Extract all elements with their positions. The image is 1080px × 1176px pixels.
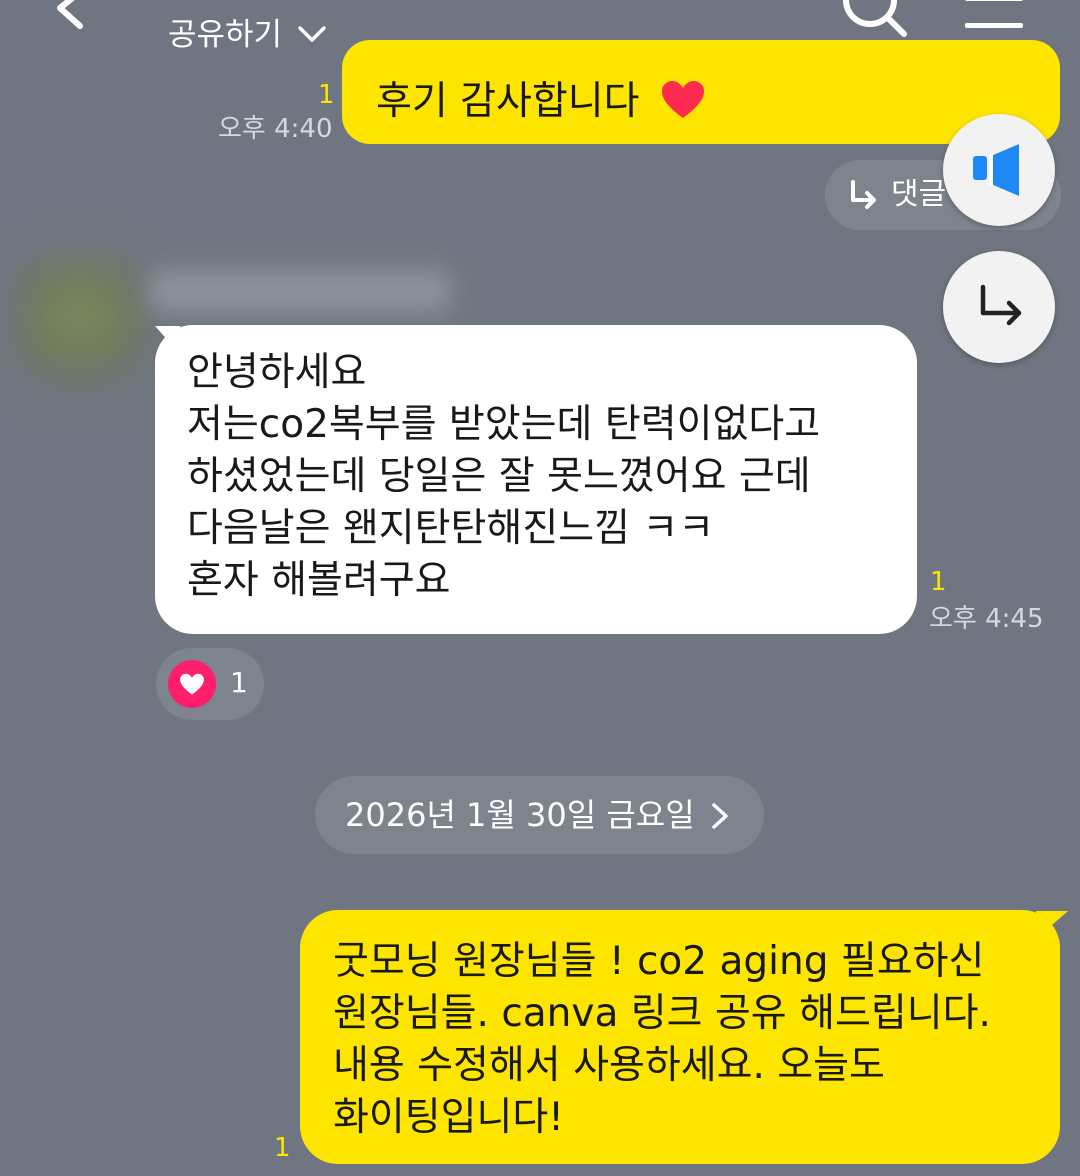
avatar[interactable] bbox=[10, 255, 150, 390]
reaction-chip[interactable]: 1 bbox=[156, 648, 264, 720]
message-bubble-mine[interactable]: 굿모닝 원장님들 ! co2 aging 필요하신 원장님들. canva 링크… bbox=[300, 910, 1060, 1164]
notice-button[interactable] bbox=[943, 114, 1055, 226]
message-text: 후기 감사합니다 bbox=[376, 76, 706, 128]
date-divider[interactable]: 2026년 1월 30일 금요일 bbox=[315, 776, 764, 854]
unread-count: 1 bbox=[930, 567, 947, 597]
forward-button[interactable] bbox=[943, 251, 1055, 363]
unread-count: 1 bbox=[274, 1133, 291, 1163]
reply-corner-icon bbox=[851, 180, 876, 209]
message-text: 굿모닝 원장님들 ! co2 aging 필요하신 원장님들. canva 링크… bbox=[333, 939, 991, 1140]
header-title[interactable]: 공유하기 bbox=[168, 14, 282, 56]
message-bubble-mine[interactable]: 후기 감사합니다 bbox=[342, 40, 1060, 144]
message-bubble-other[interactable]: 안녕하세요 저는co2복부를 받았는데 탄력이없다고 하셨었는데 당일은 잘 못… bbox=[155, 325, 917, 634]
reaction-count: 1 bbox=[230, 666, 248, 699]
notice-megaphone-icon bbox=[973, 144, 1019, 196]
sender-name-blurred bbox=[150, 270, 450, 312]
back-arrow-icon[interactable] bbox=[50, 0, 120, 30]
date-label: 2026년 1월 30일 금요일 bbox=[345, 796, 695, 834]
message-time: 오후 4:40 bbox=[218, 114, 333, 144]
red-heart-icon bbox=[661, 81, 704, 118]
chevron-right-icon bbox=[712, 803, 728, 829]
message-time: 오후 4:45 bbox=[929, 604, 1044, 634]
search-icon[interactable] bbox=[838, 0, 908, 40]
menu-icon[interactable] bbox=[965, 0, 1023, 32]
reply-arrow-icon bbox=[980, 284, 1022, 326]
message-text: 안녕하세요 저는co2복부를 받았는데 탄력이없다고 하셨었는데 당일은 잘 못… bbox=[187, 350, 821, 603]
heart-icon bbox=[180, 673, 204, 695]
chevron-down-icon[interactable] bbox=[296, 20, 328, 48]
unread-count: 1 bbox=[318, 80, 335, 110]
